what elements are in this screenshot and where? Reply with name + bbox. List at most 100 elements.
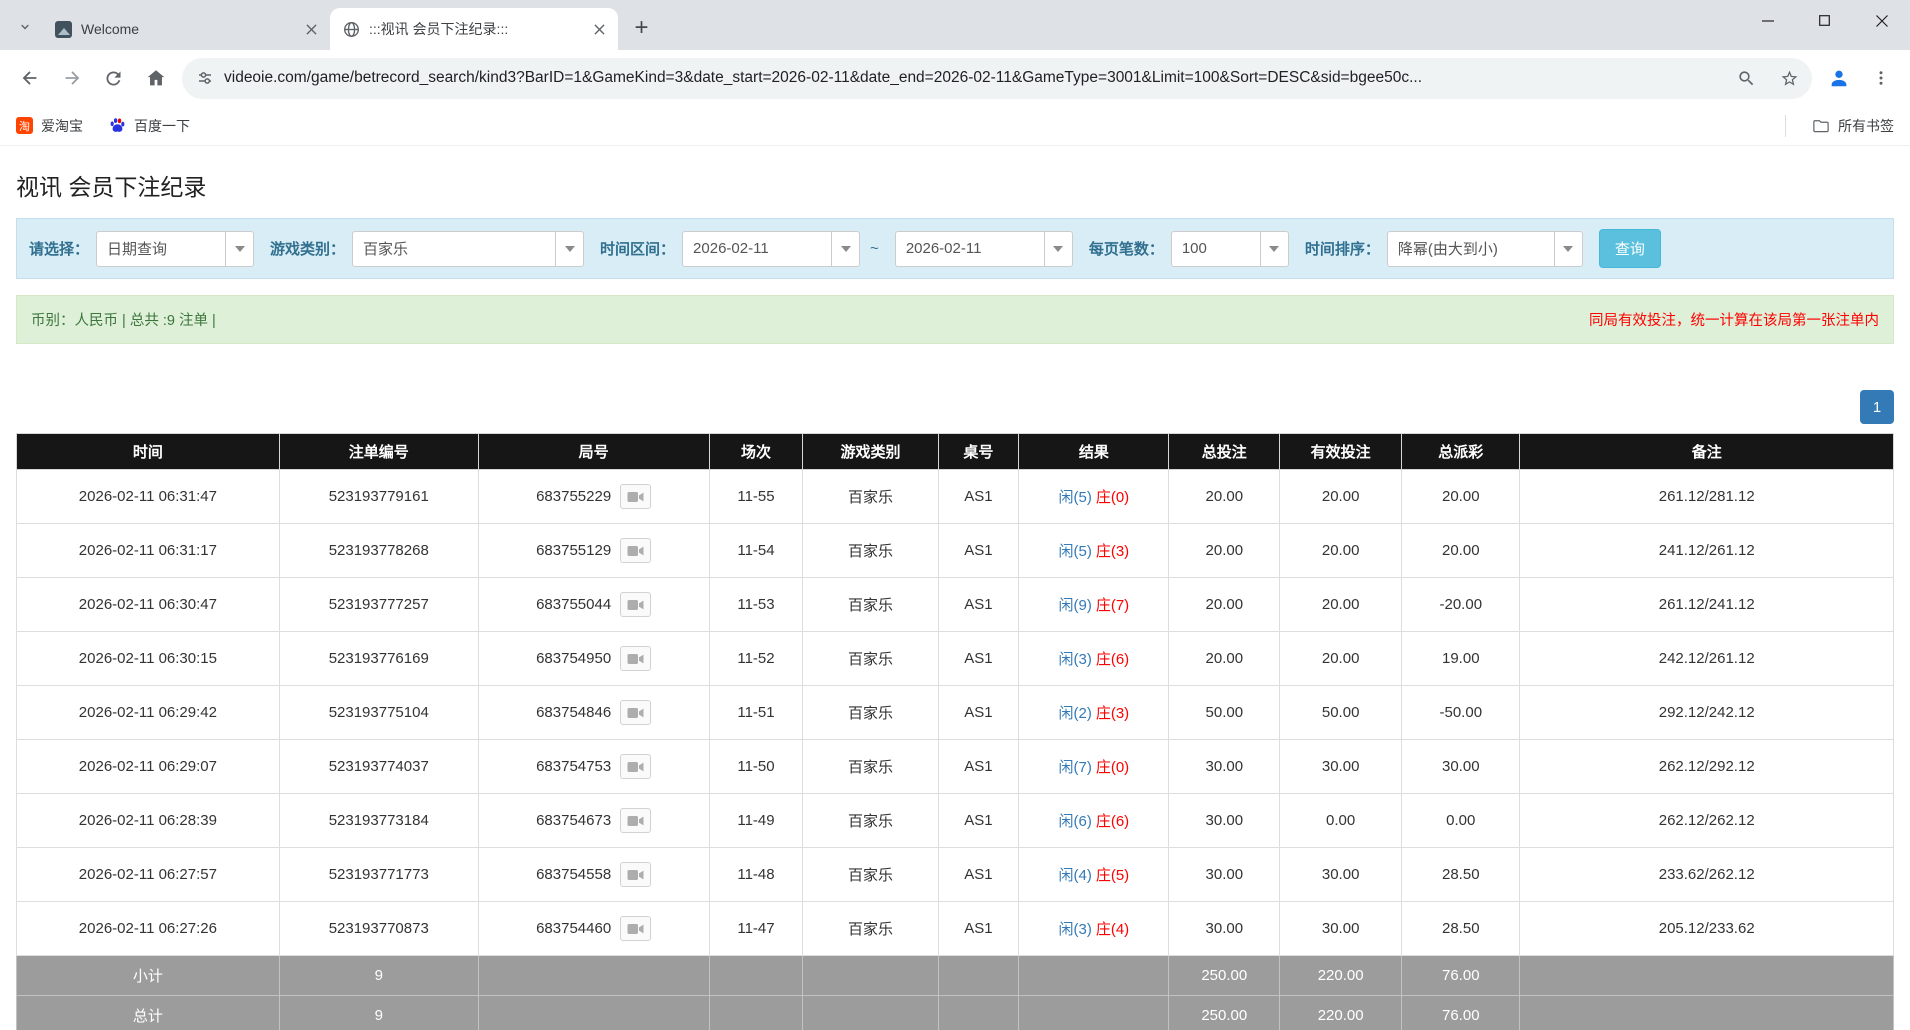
cell-total-bet-link[interactable]: 30.00	[1169, 794, 1280, 848]
cell-valid-bet: 30.00	[1280, 902, 1402, 956]
forward-icon[interactable]	[52, 59, 91, 98]
round-number: 683754753	[536, 758, 611, 775]
back-icon[interactable]	[10, 59, 49, 98]
maximize-icon[interactable]	[1796, 0, 1853, 41]
pagination: 1	[16, 390, 1894, 424]
banker-result: 庄(0)	[1096, 759, 1129, 776]
close-tab-icon[interactable]	[301, 19, 322, 40]
cell-bet-id: 523193770873	[279, 902, 478, 956]
search-button[interactable]: 查询	[1599, 229, 1661, 268]
page-button-1[interactable]: 1	[1860, 390, 1894, 424]
cell-valid-bet: 30.00	[1280, 740, 1402, 794]
globe-icon	[343, 21, 360, 38]
cell-total-bet-link[interactable]: 30.00	[1169, 740, 1280, 794]
cell-total-bet-link[interactable]: 30.00	[1169, 902, 1280, 956]
all-bookmarks-button[interactable]: 所有书签	[1812, 116, 1894, 136]
cell-table-no: AS1	[938, 578, 1019, 632]
minimize-icon[interactable]	[1739, 0, 1796, 41]
table-row: 2026-02-11 06:29:42 523193775104 6837548…	[17, 686, 1894, 740]
zoom-icon[interactable]	[1730, 62, 1763, 95]
cell-bet-id: 523193774037	[279, 740, 478, 794]
table-header-row: 时间 注单编号 局号 场次 游戏类别 桌号 结果 总投注 有效投注 总派彩 备注	[17, 434, 1894, 470]
player-result: 闲(2)	[1059, 705, 1092, 722]
sort-order-select[interactable]: 降幂(由大到小)	[1387, 231, 1583, 267]
cell-total-bet-link[interactable]: 30.00	[1169, 848, 1280, 902]
reload-icon[interactable]	[94, 59, 133, 98]
address-bar[interactable]: videoie.com/game/betrecord_search/kind3?…	[182, 58, 1812, 99]
video-camera-icon	[627, 544, 644, 558]
new-tab-icon[interactable]: +	[625, 11, 658, 44]
url-text[interactable]: videoie.com/game/betrecord_search/kind3?…	[224, 69, 1720, 87]
total-row: 总计 9 250.00 220.00 76.00	[17, 996, 1894, 1030]
empty-cell	[1520, 996, 1894, 1030]
cell-total-bet-link[interactable]: 20.00	[1169, 470, 1280, 524]
all-bookmarks-label: 所有书签	[1838, 116, 1894, 136]
video-replay-button[interactable]	[620, 538, 651, 563]
menu-icon[interactable]	[1861, 59, 1900, 98]
cell-round: 683755044	[478, 578, 709, 632]
dropdown-caret-icon	[555, 232, 583, 266]
game-kind-select[interactable]: 百家乐	[352, 231, 584, 267]
banker-result: 庄(6)	[1096, 813, 1129, 830]
round-number: 683754460	[536, 920, 611, 937]
cell-game-kind: 百家乐	[803, 470, 938, 524]
cell-round: 683755129	[478, 524, 709, 578]
cell-valid-bet: 20.00	[1280, 578, 1402, 632]
close-tab-icon[interactable]	[589, 19, 610, 40]
cell-total-bet-link[interactable]: 20.00	[1169, 578, 1280, 632]
bookmark-star-icon[interactable]	[1773, 62, 1806, 95]
round-number: 683755229	[536, 488, 611, 505]
cell-total-bet-link[interactable]: 50.00	[1169, 686, 1280, 740]
video-replay-button[interactable]	[620, 592, 651, 617]
page-content: 视讯 会员下注纪录 请选择： 日期查询 游戏类别： 百家乐 时间区间： 2026…	[0, 168, 1910, 1030]
bookmark-aitaobao[interactable]: 淘 爱淘宝	[16, 116, 83, 136]
empty-cell	[803, 956, 938, 996]
date-end-select[interactable]: 2026-02-11	[895, 231, 1073, 267]
game-kind-label: 游戏类别：	[270, 238, 345, 259]
tab-welcome[interactable]: Welcome	[42, 8, 330, 50]
cell-time: 2026-02-11 06:27:26	[17, 902, 280, 956]
cell-table-no: AS1	[938, 848, 1019, 902]
subtotal-valid-bet: 220.00	[1280, 956, 1402, 996]
bookmark-baidu[interactable]: 百度一下	[109, 116, 190, 136]
cell-valid-bet: 30.00	[1280, 848, 1402, 902]
dropdown-caret-icon	[225, 232, 253, 266]
cell-total-bet-link[interactable]: 20.00	[1169, 524, 1280, 578]
cell-total-bet-link[interactable]: 20.00	[1169, 632, 1280, 686]
video-replay-button[interactable]	[620, 916, 651, 941]
table-row: 2026-02-11 06:31:17 523193778268 6837551…	[17, 524, 1894, 578]
video-replay-button[interactable]	[620, 646, 651, 671]
query-type-select[interactable]: 日期查询	[96, 231, 254, 267]
table-row: 2026-02-11 06:31:47 523193779161 6837552…	[17, 470, 1894, 524]
cell-table-no: AS1	[938, 740, 1019, 794]
column-header-note: 备注	[1520, 434, 1894, 470]
date-start-select[interactable]: 2026-02-11	[682, 231, 860, 267]
tab-search-chevron-icon[interactable]	[10, 12, 40, 42]
cell-game-kind: 百家乐	[803, 578, 938, 632]
cell-game-kind: 百家乐	[803, 686, 938, 740]
video-replay-button[interactable]	[620, 484, 651, 509]
cell-result: 闲(7)庄(0)	[1019, 740, 1169, 794]
player-result: 闲(5)	[1059, 543, 1092, 560]
page-size-select[interactable]: 100	[1171, 231, 1289, 267]
table-row: 2026-02-11 06:29:07 523193774037 6837547…	[17, 740, 1894, 794]
round-number: 683754673	[536, 812, 611, 829]
cell-table-no: AS1	[938, 632, 1019, 686]
cell-time: 2026-02-11 06:31:17	[17, 524, 280, 578]
video-replay-button[interactable]	[620, 754, 651, 779]
video-replay-button[interactable]	[620, 700, 651, 725]
video-replay-button[interactable]	[620, 808, 651, 833]
tab-title: Welcome	[81, 21, 292, 37]
bookmarks-divider	[1785, 115, 1786, 137]
tab-bet-records[interactable]: :::视讯 会员下注纪录:::	[330, 8, 618, 50]
cell-payout: 28.50	[1402, 848, 1520, 902]
site-controls-icon[interactable]	[196, 69, 214, 87]
bookmarks-folder-icon	[1812, 117, 1830, 135]
cell-valid-bet: 50.00	[1280, 686, 1402, 740]
home-icon[interactable]	[136, 59, 175, 98]
video-replay-button[interactable]	[620, 862, 651, 887]
profile-icon[interactable]	[1819, 59, 1858, 98]
player-result: 闲(9)	[1059, 597, 1092, 614]
close-window-icon[interactable]	[1853, 0, 1910, 41]
cell-table-no: AS1	[938, 902, 1019, 956]
